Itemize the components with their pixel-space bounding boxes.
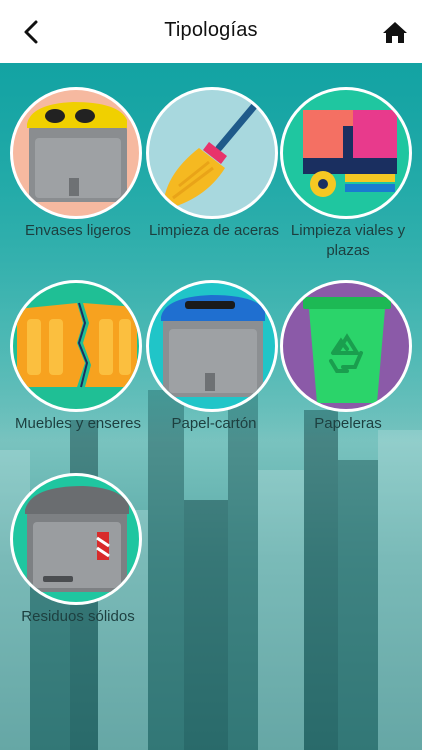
page-title: Tipologías [164,19,258,41]
category-label: Limpieza de aceras [148,222,280,239]
category-circle [280,280,412,412]
category-label: Limpieza viales y plazas [290,222,406,259]
recycling-bin-icon [303,297,391,403]
category-label: Papel-cartón [171,415,257,432]
home-icon[interactable] [382,20,408,44]
category-circle [10,280,142,412]
grey-lid-container-icon [25,486,129,592]
street-sweeper-icon [303,110,397,197]
category-circle [10,473,142,605]
yellow-lid-container-icon [27,102,127,202]
category-label: Envases ligeros [25,222,131,239]
category-label: Residuos sólidos [21,608,135,625]
category-label: Muebles y enseres [15,415,141,432]
category-circle [280,87,412,219]
broom-icon [163,94,265,210]
category-label: Papeleras [314,415,382,432]
blue-lid-container-icon [161,295,265,397]
header-bar: Tipologías [0,0,422,63]
category-circle [146,280,278,412]
category-circle [146,87,278,219]
category-circle [10,87,142,219]
broken-furniture-icon [17,302,137,388]
